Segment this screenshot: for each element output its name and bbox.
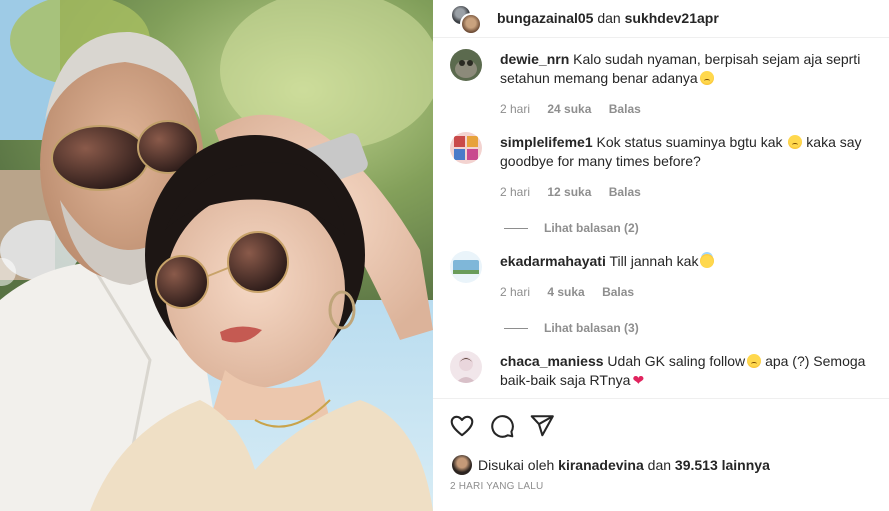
heart-icon: ❤ <box>632 372 645 388</box>
likes-count[interactable]: 39.513 lainnya <box>675 457 770 473</box>
comment-text: chaca_maniess Udah GK saling follow apa … <box>500 352 880 390</box>
comment-likes[interactable]: 4 suka <box>547 285 584 299</box>
comment-likes[interactable]: 12 suka <box>547 185 591 199</box>
sad-face-icon <box>747 354 762 368</box>
liker-username[interactable]: kiranadevina <box>558 457 644 473</box>
view-replies-label: Lihat balasan (3) <box>544 321 639 335</box>
author-username-b[interactable]: sukhdev21apr <box>625 10 719 26</box>
comment-button[interactable] <box>489 413 515 439</box>
divider <box>504 228 528 230</box>
comment-bubble-icon <box>491 415 514 438</box>
comment-username[interactable]: simplelifeme1 <box>500 134 593 150</box>
comment-time[interactable]: 2 hari <box>500 285 530 299</box>
reply-button[interactable]: Balas <box>609 102 641 116</box>
post-header: bungazainal05 dan sukhdev21apr <box>433 0 889 38</box>
like-button[interactable] <box>449 413 475 439</box>
view-replies-label: Lihat balasan (2) <box>544 221 639 235</box>
post-panel: bungazainal05 dan sukhdev21apr dewie_nrn… <box>433 0 889 511</box>
comment-meta: 2 hari 4 suka Balas <box>500 285 648 299</box>
comment-meta: 2 hari 24 suka Balas <box>500 102 655 116</box>
author-separator: dan <box>597 10 621 26</box>
comment-content: Udah GK saling follow <box>607 353 746 369</box>
reply-button[interactable]: Balas <box>609 185 641 199</box>
view-replies-button[interactable]: Lihat balasan (3) <box>504 321 639 335</box>
comment-meta: 2 hari 12 suka Balas <box>500 185 655 199</box>
comment-content: Till jannah kak <box>609 253 699 269</box>
author-username-a[interactable]: bungazainal05 <box>497 10 593 26</box>
likes-prefix: Disukai oleh <box>478 457 555 473</box>
avatar[interactable] <box>452 455 472 475</box>
comment-time[interactable]: 2 hari <box>500 185 530 199</box>
post-photo[interactable] <box>0 0 433 511</box>
comment-text: simplelifeme1 Kok status suaminya bgtu k… <box>500 133 880 171</box>
comments-list[interactable]: dewie_nrn Kalo sudah nyaman, berpisah se… <box>433 38 889 398</box>
post-authors: bungazainal05 dan sukhdev21apr <box>497 10 719 26</box>
sad-face-icon <box>699 71 714 85</box>
avatar[interactable] <box>450 49 482 81</box>
sad-face-icon <box>788 135 803 149</box>
divider <box>504 328 528 330</box>
avatar[interactable] <box>450 351 482 383</box>
comment-username[interactable]: dewie_nrn <box>500 51 569 67</box>
paper-plane-icon <box>530 415 554 437</box>
comment-text: ekadarmahayati Till jannah kak <box>500 252 880 271</box>
comment-content: Kok status suaminya bgtu kak <box>596 134 783 150</box>
comment-username[interactable]: chaca_maniess <box>500 353 604 369</box>
heart-outline-icon <box>450 415 474 437</box>
avatar[interactable] <box>460 13 482 35</box>
reply-button[interactable]: Balas <box>602 285 634 299</box>
collab-avatars[interactable] <box>450 4 484 36</box>
comment-likes[interactable]: 24 suka <box>547 102 591 116</box>
avatar[interactable] <box>450 132 482 164</box>
comment-text: dewie_nrn Kalo sudah nyaman, berpisah se… <box>500 50 880 88</box>
likes-connector: dan <box>647 457 672 473</box>
likes-summary[interactable]: Disukai oleh kiranadevina dan 39.513 lai… <box>452 455 770 475</box>
couple-selfie-image <box>0 0 433 511</box>
share-button[interactable] <box>529 413 555 439</box>
view-replies-button[interactable]: Lihat balasan (2) <box>504 221 639 235</box>
post-actions: Disukai oleh kiranadevina dan 39.513 lai… <box>433 398 889 511</box>
comment-time[interactable]: 2 hari <box>500 102 530 116</box>
comment-username[interactable]: ekadarmahayati <box>500 253 606 269</box>
post-timestamp[interactable]: 2 HARI YANG LALU <box>450 481 543 492</box>
angel-face-icon <box>700 254 715 268</box>
avatar[interactable] <box>450 251 482 283</box>
